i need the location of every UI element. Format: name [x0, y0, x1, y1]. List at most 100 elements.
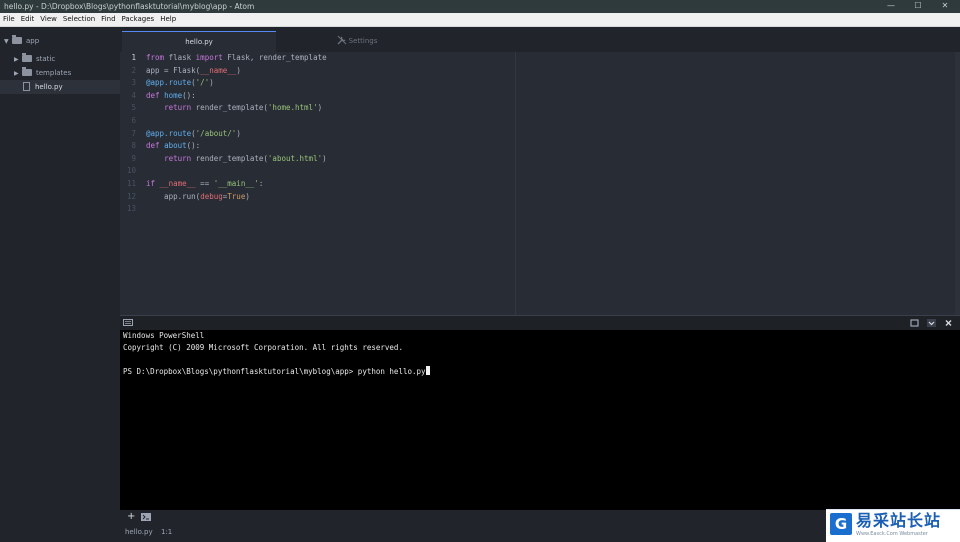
code-token: if: [146, 179, 156, 188]
code-token: @app.route: [146, 78, 192, 88]
watermark-text: 易采站长站: [856, 511, 942, 530]
tab-label: Settings: [348, 37, 378, 45]
folder-icon: [22, 53, 32, 62]
terminal-panel[interactable]: Windows PowerShell Copyright (C) 2009 Mi…: [120, 330, 960, 510]
tree-file-label: hello.py: [35, 83, 63, 91]
code-token: return: [164, 153, 192, 163]
code-token: about: [164, 141, 187, 151]
tree-folder-label: static: [36, 55, 56, 63]
tab-label: hello.py: [185, 38, 213, 46]
line-number: 9: [131, 153, 136, 163]
line-number: 12: [126, 191, 136, 201]
code-token: 'home.html': [267, 103, 318, 113]
menu-help[interactable]: Help: [157, 13, 179, 26]
tab-bar: hello.py Settings: [120, 27, 960, 53]
close-icon[interactable]: [944, 319, 953, 329]
code-line: def about():: [146, 140, 200, 153]
line-number: 2: [131, 65, 136, 75]
code-token: '/about/': [195, 128, 237, 138]
chevron-down-icon: ▼: [4, 38, 9, 45]
minimize-button[interactable]: —: [878, 0, 904, 13]
line-number: 1: [131, 53, 136, 62]
code-token: __name__: [159, 179, 196, 188]
tree-root-label: app: [26, 37, 40, 45]
folder-icon: [22, 67, 32, 76]
tree-root-app[interactable]: ▼ app: [4, 34, 39, 48]
watermark-icon: G: [830, 513, 852, 535]
keyboard-icon: [123, 319, 133, 328]
code-editor[interactable]: 1 2 3 4 5 6 7 8 9 10 11 12 13 from flask import Flas…: [120, 52, 960, 315]
code-token: True: [227, 191, 246, 201]
code-token: ): [209, 78, 214, 88]
terminal-line: Windows PowerShell: [123, 331, 205, 340]
menu-file[interactable]: File: [0, 13, 18, 26]
file-icon: [23, 82, 30, 91]
chevron-down-icon[interactable]: [927, 319, 936, 329]
code-line: def home():: [146, 90, 196, 103]
code-line: return render_template('about.html'): [146, 153, 327, 166]
tree-view: ▼ app ▶ static ▶ templates hello.py: [0, 27, 120, 541]
code-token: import: [195, 53, 223, 62]
line-number: 3: [131, 78, 136, 88]
watermark-subtext: Www.Easck.Com Webmaster: [856, 531, 928, 537]
add-terminal-button[interactable]: +: [127, 510, 135, 523]
line-number: 10: [126, 166, 136, 176]
code-token: def: [146, 141, 160, 151]
line-number: 6: [131, 116, 136, 125]
line-number: 7: [131, 128, 136, 138]
code-token: def: [146, 90, 160, 100]
code-token: ): [236, 65, 241, 75]
terminal-cursor: [425, 366, 430, 375]
chevron-right-icon: ▶: [14, 56, 19, 63]
code-token: ): [236, 128, 241, 138]
menu-view[interactable]: View: [37, 13, 60, 26]
chevron-right-icon: ▶: [14, 70, 19, 77]
close-window-button[interactable]: ✕: [932, 0, 958, 13]
watermark-logo: G 易采站长站 Www.Easck.Com Webmaster: [826, 509, 960, 542]
code-token: :: [258, 179, 264, 188]
menu-selection[interactable]: Selection: [60, 13, 98, 26]
code-token: home: [164, 90, 183, 100]
code-line: return render_template('home.html'): [146, 102, 322, 115]
maximize-icon[interactable]: [910, 319, 919, 329]
code-token: return: [164, 103, 192, 113]
wrap-guide: [515, 52, 516, 315]
code-token: ): [322, 153, 327, 163]
status-file-name[interactable]: hello.py: [125, 524, 153, 541]
code-token: ():: [182, 90, 196, 100]
status-cursor-position[interactable]: 1:1: [161, 524, 172, 541]
code-token: render_template(: [191, 153, 268, 163]
menu-edit[interactable]: Edit: [18, 13, 38, 26]
line-number: 8: [131, 141, 136, 151]
code-token: Flask, render_template: [222, 53, 327, 62]
tools-icon: [337, 33, 347, 54]
tab-settings[interactable]: Settings: [280, 31, 434, 52]
code-token: ():: [186, 141, 201, 151]
code-token: debug: [200, 191, 223, 201]
code-line: from flask import Flask, render_template: [146, 52, 327, 65]
code-token: '__main__': [213, 179, 259, 188]
code-token: @app.route: [146, 128, 192, 138]
menu-find[interactable]: Find: [98, 13, 118, 26]
code-line: @app.route('/about/'): [146, 128, 241, 141]
code-token: __name__: [200, 65, 237, 75]
code-line: if __name__ == '__main__':: [146, 178, 263, 191]
code-token: '/': [195, 78, 210, 88]
menu-bar: File Edit View Selection Find Packages Help: [0, 13, 960, 27]
tree-file-hello[interactable]: hello.py: [0, 80, 120, 94]
tab-hello-py[interactable]: hello.py: [122, 31, 276, 53]
tree-folder-label: templates: [36, 69, 72, 77]
tree-folder-templates[interactable]: ▶ templates: [14, 66, 71, 80]
editor-scrollbar[interactable]: [955, 52, 960, 315]
tree-folder-static[interactable]: ▶ static: [14, 52, 55, 66]
code-line: app.run(debug=True): [146, 191, 250, 204]
maximize-button[interactable]: ☐: [905, 0, 931, 13]
terminal-icon[interactable]: [141, 513, 151, 523]
code-token: from: [146, 53, 165, 62]
code-token: app = Flask(: [146, 65, 201, 75]
code-token: ): [317, 103, 323, 113]
line-number-gutter: 1 2 3 4 5 6 7 8 9 10 11 12 13: [120, 52, 140, 315]
menu-packages[interactable]: Packages: [119, 13, 158, 26]
